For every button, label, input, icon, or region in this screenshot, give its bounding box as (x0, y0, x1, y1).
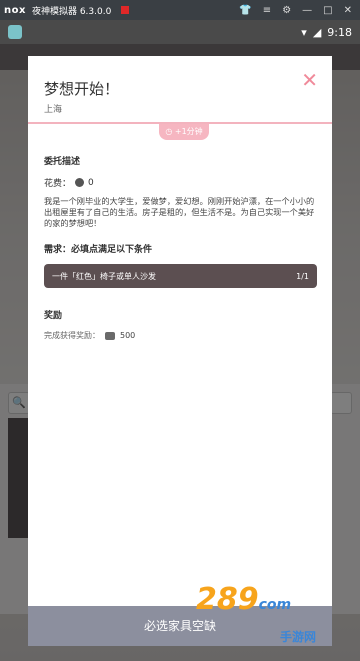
emulator-logo: nox (4, 4, 26, 16)
emulator-title: 夜神模拟器 6.3.0.0 (31, 6, 112, 17)
watermark-brand: 289 (196, 582, 259, 617)
time-badge-text: +1分钟 (174, 127, 203, 136)
signal-icon: ◢ (312, 25, 322, 39)
reward-row: 完成获得奖励： 500 (44, 330, 135, 341)
maximize-icon[interactable]: □ (323, 5, 332, 16)
section-description-heading: 委托描述 (44, 157, 81, 167)
requirement-text: 一件「红色」椅子或单人沙发 (52, 271, 156, 281)
watermark-suffix: com (258, 597, 292, 613)
skull-icon (75, 178, 85, 187)
android-status-bar: ▾ ◢ 9:18 (0, 20, 360, 44)
reward-value: 500 (120, 331, 136, 340)
commission-modal: 梦想开始！ 上海 ✕ ◷ +1分钟 委托描述 花费： 0 我是一个刚毕业的大学生… (28, 56, 332, 646)
reward-label: 完成获得奖励： (44, 331, 100, 340)
commission-description: 我是一个刚毕业的大学生，爱做梦，爱幻想。刚刚开始沪漂，在一个小小的出租屋里有了自… (44, 196, 315, 228)
watermark-logo: 289com (196, 582, 291, 617)
app-icon (8, 25, 22, 39)
requirement-item[interactable]: 一件「红色」椅子或单人沙发 1/1 (44, 264, 317, 288)
location-label: 上海 (44, 105, 63, 115)
shirt-icon[interactable]: 👕 (239, 5, 251, 16)
watermark-sub: 手游网 (280, 630, 317, 644)
cost-label: 花费： (44, 179, 72, 189)
cost-value: 0 (88, 177, 94, 188)
clock-icon: ◷ (165, 127, 173, 136)
modal-title: 梦想开始！ (44, 80, 120, 98)
minimize-icon[interactable]: — (302, 5, 312, 16)
status-time: 9:18 (327, 25, 352, 39)
close-icon[interactable]: ✕ (301, 70, 318, 90)
section-requirement-heading: 需求：必填点满足以下条件 (44, 245, 153, 255)
time-badge: ◷ +1分钟 (159, 124, 209, 140)
coins-icon (105, 331, 115, 340)
menu-icon[interactable]: ≡ (263, 5, 271, 16)
status-indicators: ▾ ◢ 9:18 (301, 26, 352, 39)
window-controls: 👕 ≡ ⚙ — □ ✕ (239, 5, 352, 16)
notification-badge (121, 6, 130, 14)
settings-icon[interactable]: ⚙ (282, 5, 291, 16)
cost-row: 花费： 0 (44, 176, 94, 190)
section-reward-heading: 奖励 (44, 311, 63, 321)
wifi-icon: ▾ (301, 25, 307, 39)
close-icon[interactable]: ✕ (344, 5, 352, 16)
emulator-titlebar: nox 夜神模拟器 6.3.0.0 👕 ≡ ⚙ — □ ✕ (0, 0, 360, 20)
requirement-count: 1/1 (296, 271, 309, 281)
